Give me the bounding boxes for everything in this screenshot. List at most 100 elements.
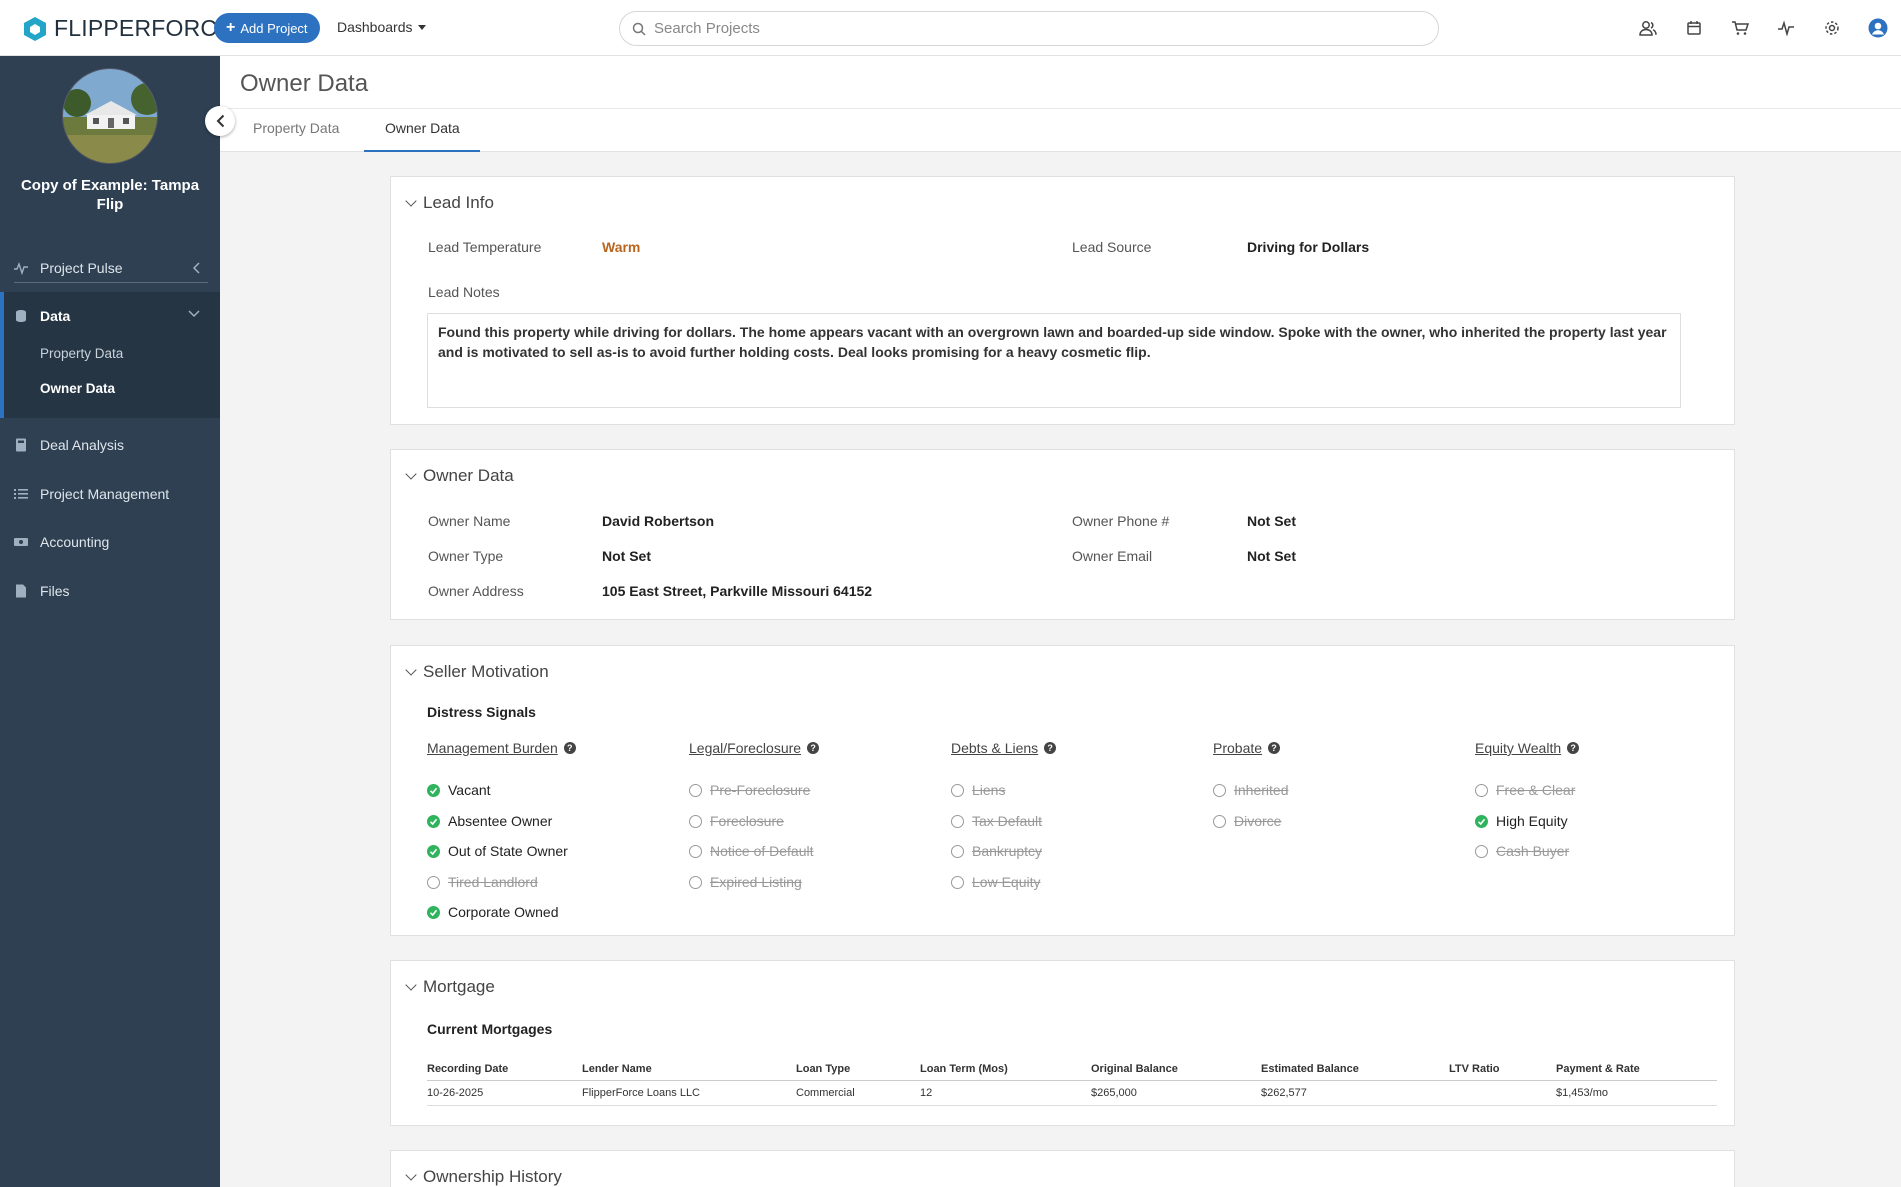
database-icon [16,310,26,322]
search-bar[interactable] [619,11,1439,46]
empty-circle-icon [1213,783,1226,797]
distress-signals-heading: Distress Signals [427,704,536,720]
signal-toggle[interactable]: Free & Clear [1475,782,1575,798]
owner-data-card: Owner Data Owner Name David Robertson Ow… [390,449,1735,620]
help-icon[interactable]: ? [807,742,820,754]
table-header-row: Recording Date Lender Name Loan Type Loan T… [427,1059,1717,1081]
signal-toggle[interactable]: Inherited [1213,782,1288,798]
signal-toggle[interactable]: Absentee Owner [427,813,552,829]
help-icon[interactable]: ? [1044,742,1057,754]
category-management-burden[interactable]: Management Burden? [427,740,576,756]
lead-info-card: Lead Info Lead Temperature Warm Lead Sou… [390,176,1735,425]
table-cell [1449,1080,1556,1106]
signal-label: Free & Clear [1496,782,1576,798]
table-cell: $265,000 [1091,1080,1261,1106]
collapse-sidebar-button[interactable] [205,106,235,136]
signal-toggle[interactable]: Foreclosure [689,813,784,829]
profile-avatar-icon[interactable] [1855,15,1901,41]
category-label: Equity Wealth [1475,740,1562,756]
signal-toggle[interactable]: High Equity [1475,813,1568,829]
category-label: Probate [1213,740,1263,756]
lead-source-value[interactable]: Driving for Dollars [1247,239,1369,255]
owner-name-value[interactable]: David Robertson [602,513,714,529]
sidebar-item-deal-analysis[interactable]: Deal Analysis [0,427,220,463]
search-input[interactable] [654,20,1414,37]
owner-type-label: Owner Type [428,548,504,564]
lead-notes-field[interactable]: Found this property while driving for do… [427,313,1681,408]
signal-toggle[interactable]: Expired Listing [689,874,802,890]
sidebar-item-accounting[interactable]: Accounting [0,524,220,560]
signal-label: Low Equity [972,874,1041,890]
sidebar-item-label: Deal Analysis [40,437,125,453]
pulse-icon[interactable] [1763,15,1809,41]
signal-label: Tax Default [972,813,1043,829]
seller-motivation-header[interactable]: Seller Motivation [405,662,549,682]
signal-toggle[interactable]: Notice of Default [689,843,814,859]
signal-toggle[interactable]: Bankruptcy [951,843,1042,859]
chevron-left-icon [216,114,224,128]
column-header: Lender Name [582,1059,796,1081]
calendar-icon[interactable] [1671,15,1717,41]
signal-toggle[interactable]: Tax Default [951,813,1042,829]
category-legal-foreclosure[interactable]: Legal/Foreclosure? [689,740,820,756]
active-tab-indicator [364,150,480,152]
owner-data-header[interactable]: Owner Data [405,466,514,486]
cart-icon[interactable] [1717,15,1763,41]
empty-circle-icon [1475,844,1488,858]
help-icon[interactable]: ? [1268,742,1281,754]
category-label: Legal/Foreclosure [689,740,802,756]
column-header: Loan Term (Mos) [920,1059,1091,1081]
section-title: Mortgage [423,977,495,996]
signal-label: Notice of Default [710,843,814,859]
signal-toggle[interactable]: Vacant [427,782,491,798]
sidebar-subitem-owner-data[interactable]: Owner Data [40,381,115,396]
check-circle-icon [427,783,440,797]
signal-toggle[interactable]: Out of State Owner [427,843,568,859]
section-title: Ownership History [423,1167,562,1186]
money-icon [14,538,28,546]
add-project-button[interactable]: + Add Project [214,13,320,43]
signal-label: Expired Listing [710,874,802,890]
tab-owner-data[interactable]: Owner Data [385,120,460,136]
lead-info-header[interactable]: Lead Info [405,193,494,213]
owner-phone-value[interactable]: Not Set [1247,513,1296,529]
signal-toggle[interactable]: Low Equity [951,874,1040,890]
brand-name: FLIPPERFORCE [54,15,233,41]
settings-icon[interactable] [1809,15,1855,41]
sidebar-subitem-property-data[interactable]: Property Data [40,346,123,361]
sidebar-item-project-pulse[interactable]: Project Pulse [0,250,220,286]
empty-circle-icon [1213,814,1226,828]
category-equity-wealth[interactable]: Equity Wealth? [1475,740,1580,756]
help-icon[interactable]: ? [1567,742,1580,754]
sidebar-item-data[interactable]: Data [0,298,220,334]
signal-toggle[interactable]: Divorce [1213,813,1281,829]
dashboards-menu[interactable]: Dashboards [337,19,426,35]
lead-temperature-value[interactable]: Warm [602,239,640,255]
help-icon[interactable]: ? [563,742,576,754]
signal-toggle[interactable]: Cash Buyer [1475,843,1569,859]
owner-email-value[interactable]: Not Set [1247,548,1296,564]
signal-toggle[interactable]: Corporate Owned [427,904,559,920]
category-probate[interactable]: Probate? [1213,740,1281,756]
tab-property-data[interactable]: Property Data [253,120,339,136]
signal-toggle[interactable]: Tired Landlord [427,874,538,890]
add-project-label: Add Project [240,20,308,36]
ownership-history-header[interactable]: Ownership History [405,1167,562,1187]
table-row[interactable]: 10-26-2025 FlipperForce Loans LLC Commerci… [427,1080,1717,1106]
sidebar-item-label: Files [40,583,70,599]
owner-type-value[interactable]: Not Set [602,548,651,564]
owner-address-value[interactable]: 105 East Street, Parkville Missouri 6415… [602,583,872,599]
column-header: Payment & Rate [1556,1059,1717,1081]
sidebar-item-project-management[interactable]: Project Management [0,476,220,512]
users-icon[interactable] [1625,15,1671,41]
mortgage-header[interactable]: Mortgage [405,977,495,997]
brand-logo[interactable]: FLIPPERFORCE [22,15,233,42]
chevron-down-icon [188,310,200,318]
sidebar-item-files[interactable]: Files [0,573,220,609]
category-debts-liens[interactable]: Debts & Liens? [951,740,1057,756]
chevron-left-icon [192,262,200,274]
chevron-down-icon [405,1169,417,1181]
table-cell: FlipperForce Loans LLC [582,1080,796,1106]
signal-toggle[interactable]: Liens [951,782,1005,798]
signal-toggle[interactable]: Pre-Foreclosure [689,782,810,798]
